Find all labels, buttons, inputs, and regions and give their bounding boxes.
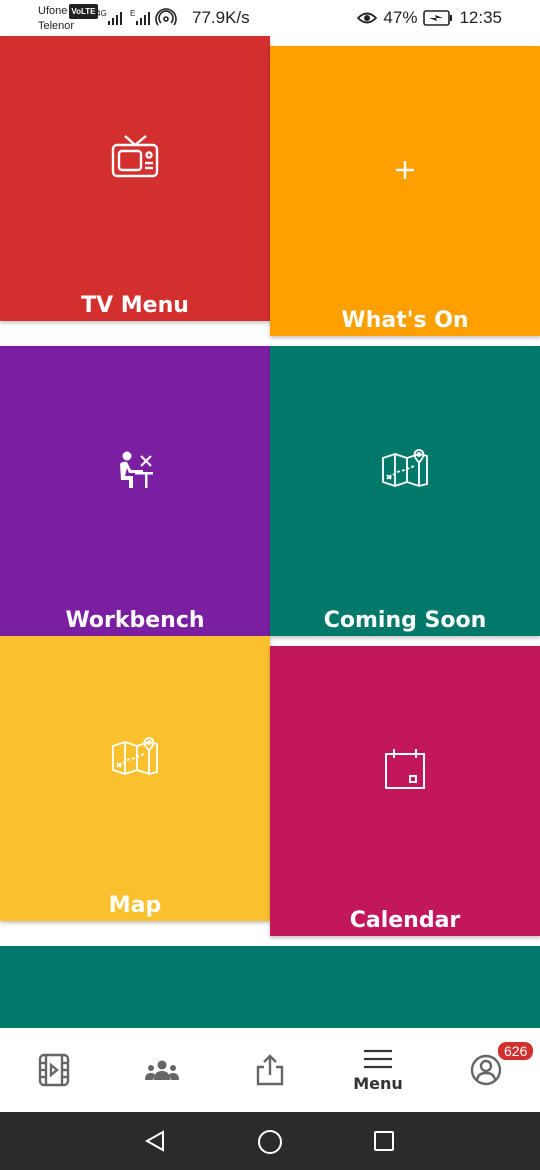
film-play-icon <box>38 1053 70 1087</box>
plus-icon <box>396 161 414 179</box>
tile-workbench[interactable]: Workbench <box>0 346 270 636</box>
clock: 12:35 <box>459 8 502 27</box>
recents-square-icon[interactable] <box>373 1130 395 1152</box>
carrier-info: Ufone VoLTE Telenor <box>38 4 98 34</box>
signal-strength-icon-2 <box>136 12 150 25</box>
tile-calendar[interactable]: Calendar <box>270 646 540 936</box>
carrier-secondary: Telenor <box>38 20 75 32</box>
tile-map[interactable]: Map <box>0 636 270 921</box>
nav-community[interactable] <box>108 1028 216 1112</box>
map-icon <box>112 737 158 775</box>
battery-charging-icon <box>423 10 453 26</box>
battery-percent: 47% <box>383 8 418 27</box>
net-e-label: E <box>130 9 135 18</box>
nav-share[interactable] <box>216 1028 324 1112</box>
signal-strength-icon <box>108 12 122 25</box>
workbench-icon <box>120 451 153 488</box>
tile-partial[interactable] <box>0 946 540 1028</box>
signal-icons: 4G E <box>96 8 177 26</box>
tile-label-calendar: Calendar <box>349 908 461 933</box>
volte-badge: VoLTE <box>69 4 98 19</box>
eye-icon <box>357 12 378 24</box>
hamburger-menu-icon <box>364 1049 392 1068</box>
nav-menu-label: Menu <box>353 1073 403 1093</box>
system-navigation-bar <box>0 1112 540 1170</box>
nav-menu[interactable]: Menu <box>324 1028 432 1112</box>
hotspot-icon <box>155 8 177 26</box>
carrier-primary: Ufone <box>38 5 68 17</box>
network-speed: 77.9K/s <box>192 8 250 27</box>
map-icon <box>382 449 428 487</box>
group-icon <box>145 1060 179 1080</box>
bottom-navigation: Menu 626 <box>0 1028 540 1112</box>
status-bar: Ufone VoLTE Telenor 4G E 77.9K/s 47% 12:3… <box>0 0 540 36</box>
share-upload-icon <box>256 1054 284 1086</box>
tv-icon <box>111 135 159 178</box>
tile-whats-on[interactable]: What's On <box>270 46 540 336</box>
user-profile-icon <box>470 1054 502 1086</box>
tile-label-whats-on: What's On <box>341 308 469 333</box>
status-right: 47% 12:35 <box>357 8 502 28</box>
back-triangle-icon[interactable] <box>143 1129 167 1153</box>
calendar-icon <box>385 749 425 789</box>
tile-label-map: Map <box>108 893 162 918</box>
tile-coming-soon[interactable]: Coming Soon <box>270 346 540 636</box>
net-4g-label: 4G <box>96 9 107 18</box>
tile-label-tv-menu: TV Menu <box>81 293 189 318</box>
tile-tv-menu[interactable]: TV Menu <box>0 36 270 321</box>
tile-label-coming-soon: Coming Soon <box>323 608 487 633</box>
home-circle-icon[interactable] <box>257 1129 283 1155</box>
nav-media[interactable] <box>0 1028 108 1112</box>
notification-badge: 626 <box>496 1040 536 1062</box>
tile-label-workbench: Workbench <box>65 608 205 633</box>
